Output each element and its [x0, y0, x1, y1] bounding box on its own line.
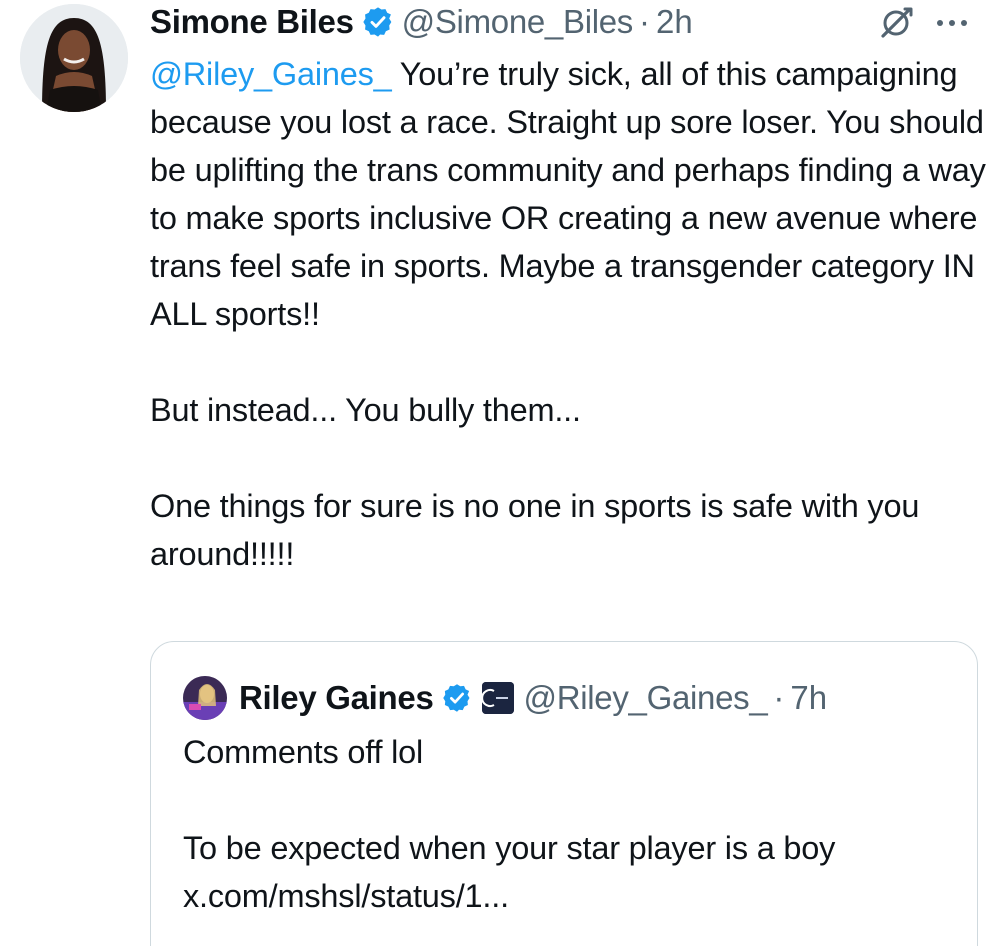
tweet-header: Simone Biles @Simone_Biles · 2h: [150, 0, 693, 44]
quoted-timestamp[interactable]: 7h: [790, 679, 827, 717]
quoted-author-name[interactable]: Riley Gaines: [239, 679, 434, 717]
tweet-text: @Riley_Gaines_ You’re truly sick, all of…: [150, 50, 990, 578]
quoted-tweet-text: Comments off lol To be expected when you…: [183, 728, 963, 920]
tweet-text-span: You’re truly sick, all of this campaigni…: [150, 56, 986, 332]
separator-dot: ·: [639, 3, 651, 40]
tweet-timestamp[interactable]: 2h: [656, 3, 693, 41]
quoted-link[interactable]: x.com/mshsl/status/1...: [183, 872, 963, 920]
grok-icon[interactable]: [878, 5, 914, 41]
avatar[interactable]: [20, 4, 128, 112]
quoted-line: Comments off lol: [183, 734, 424, 770]
quoted-tweet[interactable]: Riley Gaines @Riley_Gaines_ · 7h Comment…: [150, 641, 978, 946]
separator-dot: ·: [773, 679, 785, 716]
verified-badge-icon[interactable]: [362, 6, 394, 38]
mention-link[interactable]: @Riley_Gaines_: [150, 56, 392, 92]
tweet[interactable]: Simone Biles @Simone_Biles · 2h @Riley_G…: [0, 0, 1000, 946]
verified-badge-icon[interactable]: [442, 683, 472, 713]
quoted-line: To be expected when your star player is …: [183, 830, 836, 866]
quoted-avatar[interactable]: [183, 676, 227, 720]
tweet-paragraph: @Riley_Gaines_ You’re truly sick, all of…: [150, 50, 990, 338]
tweet-paragraph: One things for sure is no one in sports …: [150, 488, 920, 572]
quoted-tweet-header: Riley Gaines @Riley_Gaines_ · 7h: [183, 676, 827, 720]
author-name[interactable]: Simone Biles: [150, 3, 354, 41]
more-options-icon[interactable]: [932, 5, 972, 41]
quoted-author-handle[interactable]: @Riley_Gaines_: [524, 679, 768, 717]
affiliation-badge-icon[interactable]: [481, 682, 514, 714]
tweet-paragraph: But instead... You bully them...: [150, 392, 581, 428]
author-handle[interactable]: @Simone_Biles: [402, 3, 634, 41]
